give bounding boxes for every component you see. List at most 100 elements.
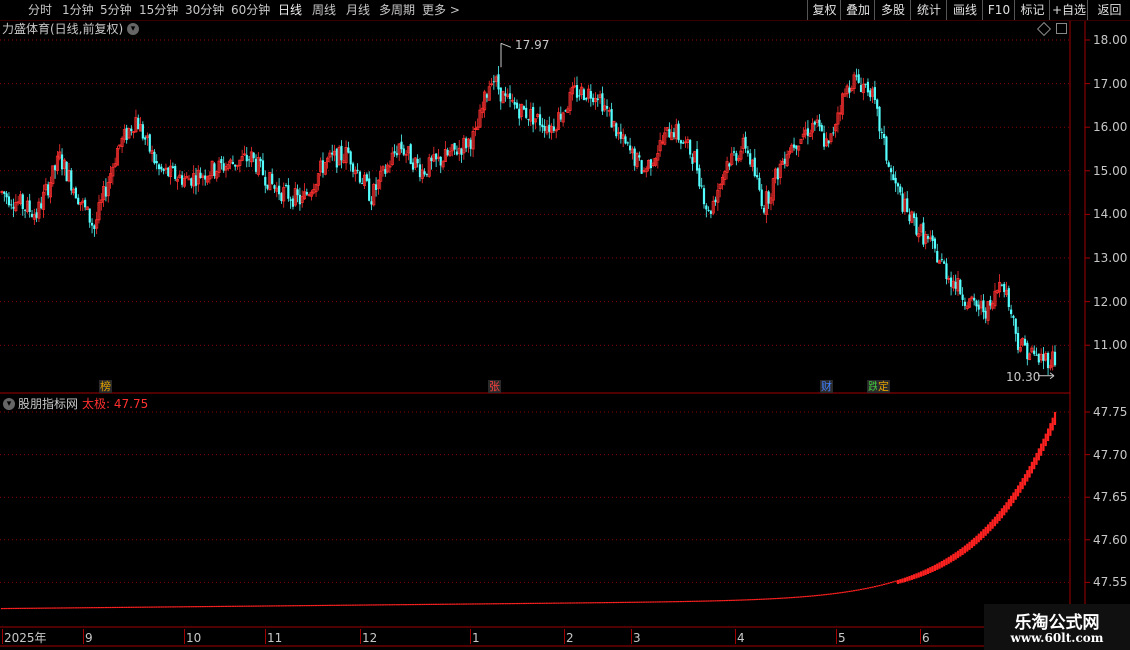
indicator-bar <box>695 600 699 602</box>
candle-body <box>411 162 415 170</box>
indicator-bar <box>268 605 271 607</box>
indicator-bar <box>206 605 209 608</box>
indicator-bar <box>836 592 840 594</box>
indicator-bar <box>742 599 745 601</box>
candle-body <box>54 165 57 171</box>
watermark: 乐淘公式网 www.60lt.com <box>984 604 1130 650</box>
candle-body <box>943 261 946 264</box>
indicator-bar <box>746 599 749 601</box>
indicator-bar <box>677 601 680 603</box>
candle-body <box>1033 350 1036 355</box>
indicator-bar <box>564 602 567 604</box>
indicator-bar <box>497 603 500 605</box>
indicator-bar <box>67 607 71 609</box>
indicator-bar <box>483 603 486 605</box>
indicator-bar <box>201 606 205 608</box>
indicator-bar <box>665 601 669 603</box>
indicator-bar <box>1033 457 1036 470</box>
indicator-bar <box>615 601 618 604</box>
indicator-bar <box>670 601 673 603</box>
candle-body <box>199 172 202 179</box>
candle-body <box>194 175 198 186</box>
indicator-bar <box>471 603 475 605</box>
indicator-bars <box>0 412 1057 610</box>
candle-body <box>1010 309 1013 315</box>
indicator-bar <box>859 588 863 591</box>
indicator-bar <box>515 602 519 605</box>
indicator-bar <box>862 588 865 590</box>
candle-body <box>30 213 34 217</box>
indicator-bar <box>605 602 609 604</box>
candle-body <box>806 128 810 136</box>
indicator-bar <box>871 586 874 588</box>
candle-body <box>885 136 888 161</box>
indicator-bar <box>257 605 260 607</box>
candle-body <box>857 74 860 83</box>
candle-body <box>23 209 27 211</box>
indicator-bar <box>183 606 186 608</box>
indicator-bar <box>541 602 544 604</box>
indicator-bar <box>555 602 558 604</box>
candle-body <box>271 173 274 184</box>
indicator-bar <box>190 606 193 608</box>
indicator-bar <box>626 601 629 603</box>
indicator-bar <box>70 607 73 609</box>
candle-body <box>7 196 11 206</box>
candle-body <box>695 149 699 171</box>
candle-body <box>252 152 255 159</box>
candle-body <box>28 200 31 212</box>
indicator-bar <box>818 594 821 596</box>
indicator-bar <box>728 599 731 602</box>
indicator-bar <box>321 604 325 607</box>
indicator-bar <box>691 600 694 602</box>
candle-body <box>393 151 396 154</box>
candle-body <box>619 131 622 139</box>
x-tick-label: 6 <box>922 631 930 645</box>
indicator-bar <box>538 602 542 604</box>
indicator-bar <box>1053 412 1057 425</box>
indicator-tick-label: 47.65 <box>1093 490 1128 505</box>
candle-body <box>820 125 823 132</box>
candle-body <box>222 163 225 171</box>
candle-body <box>35 212 38 218</box>
indicator-bar <box>562 602 565 604</box>
indicator-bar <box>931 565 934 573</box>
indicator-bar <box>294 605 297 607</box>
indicator-bar <box>938 562 941 569</box>
candle-body <box>982 300 985 313</box>
indicator-bar <box>247 605 251 607</box>
candle-body <box>254 158 258 172</box>
indicator-bar <box>144 606 147 608</box>
indicator-bar <box>956 550 960 559</box>
indicator-bar <box>792 596 796 599</box>
candle-body <box>340 145 343 161</box>
indicator-bar <box>529 602 532 605</box>
candle-body <box>813 121 816 125</box>
candle-body <box>626 142 629 144</box>
kline-chart[interactable] <box>0 0 1130 650</box>
indicator-bar <box>702 600 706 602</box>
candle-body <box>104 186 108 197</box>
indicator-bar <box>966 543 969 552</box>
indicator-bar <box>513 602 516 605</box>
indicator-bar <box>3 607 6 610</box>
indicator-bar <box>735 599 738 601</box>
candle-body <box>776 168 779 180</box>
candle-body <box>596 98 599 101</box>
indicator-tick-label: 47.60 <box>1093 532 1128 547</box>
indicator-bar <box>54 607 57 609</box>
candle-body <box>125 127 128 141</box>
indicator-bar <box>134 606 138 608</box>
candle-body <box>289 199 292 201</box>
indicator-bar <box>940 561 943 568</box>
candle-body <box>548 124 551 132</box>
indicator-bar <box>305 605 308 607</box>
indicator-bar <box>407 604 410 606</box>
candle-body <box>933 238 937 249</box>
indicator-bar <box>883 583 886 586</box>
indicator-bar <box>411 603 415 606</box>
candle-body <box>425 173 428 176</box>
candle-body <box>90 222 94 226</box>
candle-body <box>335 148 338 168</box>
indicator-bar <box>222 605 225 608</box>
